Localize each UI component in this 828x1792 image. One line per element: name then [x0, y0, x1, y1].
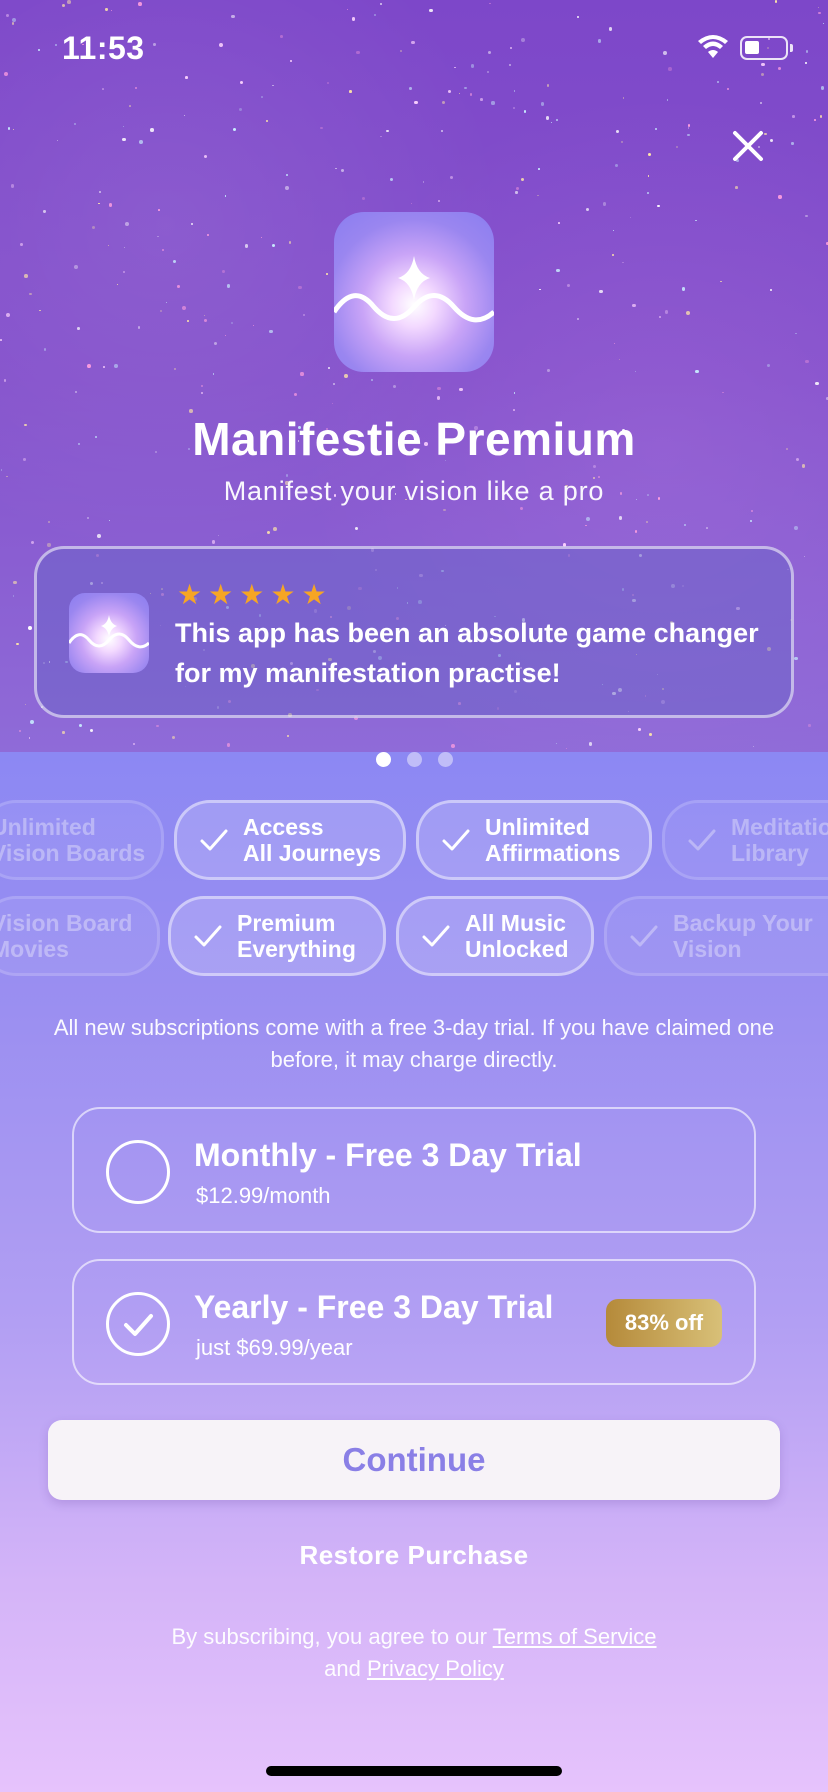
checkmark-icon: [422, 925, 450, 947]
carousel-dot[interactable]: [375, 752, 391, 767]
feature-chip-label: Backup Your Vision: [673, 910, 813, 962]
continue-button[interactable]: Continue: [48, 1420, 780, 1500]
feature-chip-label: Vision Board Movies: [0, 910, 133, 962]
feature-chip: All Music Unlocked: [396, 896, 594, 976]
radio-selected[interactable]: [106, 1292, 170, 1356]
review-card: ★ ★ ★ ★ ★ This app has been an absolute game…: [34, 546, 794, 718]
carousel-dot[interactable]: [406, 752, 422, 767]
star-icon: ★: [208, 579, 234, 610]
feature-chip: Unlimited Vision Boards: [0, 800, 164, 880]
page-subtitle: Manifest your vision like a pro: [223, 476, 605, 506]
feature-chip: Access All Journeys: [174, 800, 406, 880]
discount-badge: 83% off: [606, 1299, 722, 1347]
checkmark-icon: [124, 1314, 153, 1336]
carousel-dots: [0, 752, 828, 767]
plan-yearly[interactable]: Yearly - Free 3 Day Trial just $69.99/ye…: [72, 1259, 756, 1385]
checkmark-icon: [200, 829, 228, 851]
restore-purchase-button[interactable]: Restore Purchase: [0, 1540, 828, 1571]
app-logo: [334, 212, 494, 372]
status-bar: 11:53: [0, 0, 828, 100]
checkmark-icon: [442, 829, 470, 851]
legal-prefix: By subscribing, you agree to our: [171, 1624, 487, 1649]
close-icon[interactable]: [726, 124, 770, 168]
plan-price: $12.99/month: [196, 1183, 331, 1208]
star-icon: ★: [177, 579, 203, 610]
checkmark-icon: [688, 829, 716, 851]
feature-chip-label: All Music Unlocked: [465, 910, 569, 962]
reviewer-app-icon: [69, 593, 149, 673]
feature-chip: Meditation Library: [662, 800, 828, 880]
terms-of-service-link[interactable]: Terms of Service: [493, 1624, 657, 1649]
feature-chip-label: Premium Everything: [237, 910, 356, 962]
checkmark-icon: [194, 925, 222, 947]
carousel-dot[interactable]: [437, 752, 453, 767]
legal-text: By subscribing, you agree to our Terms o…: [0, 1621, 828, 1685]
feature-chip-label: Unlimited Affirmations: [485, 814, 621, 866]
wifi-icon: [698, 35, 728, 58]
feature-chip-label: Unlimited Vision Boards: [0, 814, 146, 866]
review-text: This app has been an absolute game chang…: [175, 618, 759, 688]
feature-chips: Unlimited Vision Boards Access All Journe…: [0, 790, 828, 980]
feature-chip-label: Access All Journeys: [243, 814, 382, 866]
feature-chip-label: Meditation Library: [731, 814, 828, 866]
status-time: 11:53: [62, 30, 145, 66]
plan-title: Monthly - Free 3 Day Trial: [194, 1137, 582, 1173]
feature-chip: Premium Everything: [168, 896, 386, 976]
home-indicator: [266, 1766, 562, 1776]
plan-monthly[interactable]: Monthly - Free 3 Day Trial $12.99/month: [72, 1107, 756, 1233]
star-icon: ★: [270, 579, 296, 610]
plan-price: just $69.99/year: [196, 1335, 353, 1360]
page-title: Manifestie Premium: [192, 413, 636, 465]
radio-unselected[interactable]: [106, 1140, 170, 1204]
feature-chip: Unlimited Affirmations: [416, 800, 652, 880]
rating-stars: ★ ★ ★ ★ ★: [177, 581, 327, 609]
battery-icon: [740, 36, 793, 60]
privacy-policy-link[interactable]: Privacy Policy: [367, 1656, 504, 1681]
feature-chip: Backup Your Vision: [604, 896, 828, 976]
checkmark-icon: [630, 925, 658, 947]
legal-and: and: [324, 1656, 361, 1681]
feature-chip: Vision Board Movies: [0, 896, 160, 976]
star-icon: ★: [239, 579, 265, 610]
star-icon: ★: [301, 579, 327, 610]
trial-note: All new subscriptions come with a free 3…: [53, 1015, 775, 1072]
plan-title: Yearly - Free 3 Day Trial: [194, 1289, 554, 1325]
